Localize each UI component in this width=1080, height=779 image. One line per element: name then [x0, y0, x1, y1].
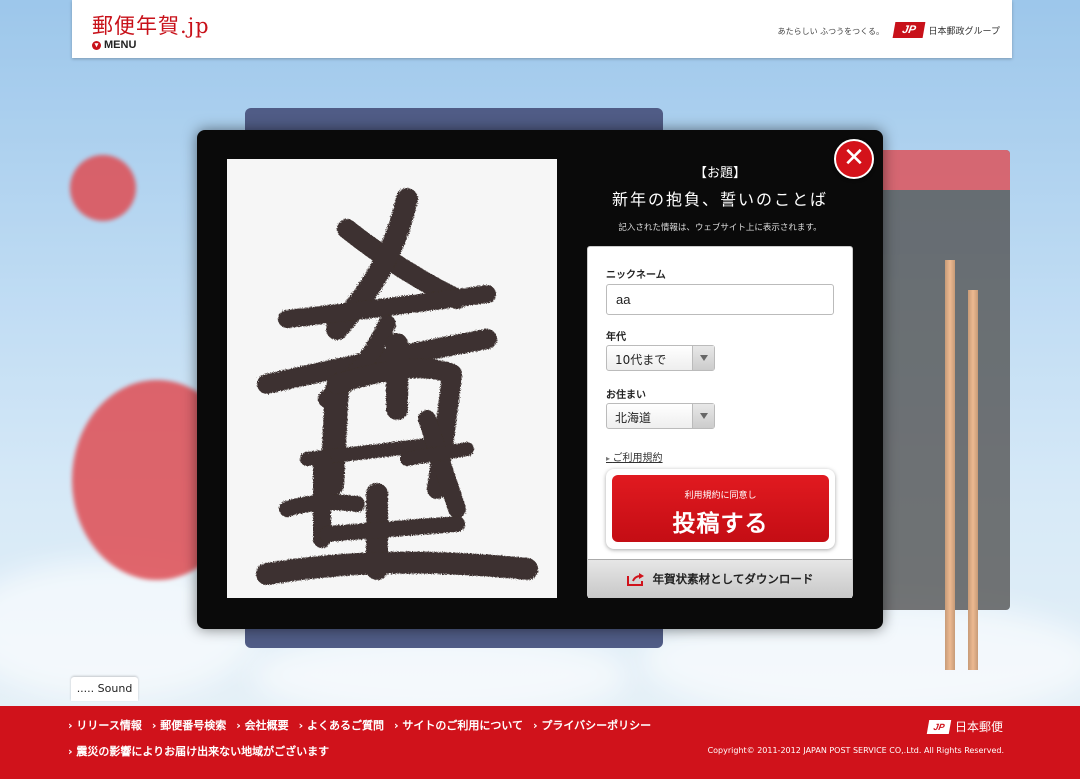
age-label: 年代	[606, 332, 626, 343]
post-form: ニックネーム aa 年代 10代まで お住まい 北海道 ご利用規約 利用規約に同…	[587, 246, 853, 598]
topic-label: 【お題】	[693, 166, 746, 181]
post-button-label: 投稿する	[672, 511, 769, 537]
japan-post-logo[interactable]: JP 日本郵便	[926, 718, 1003, 735]
download-button[interactable]: 年賀状素材としてダウンロード	[588, 559, 852, 598]
jp-group-logo[interactable]: JP 日本郵政グループ	[892, 22, 1000, 38]
nickname-label: ニックネーム	[606, 270, 666, 281]
brand-name: 日本郵便	[954, 720, 1003, 734]
site-logo[interactable]: 郵便年賀.jp	[92, 10, 210, 40]
footer-link-site-usage[interactable]: サイトのご利用について	[394, 717, 523, 733]
site-footer: リリース情報 郵便番号検索 会社概要 よくあるご質問 サイトのご利用について プ…	[0, 706, 1080, 779]
footer-link-postal-code[interactable]: 郵便番号検索	[152, 717, 226, 733]
share-arrow-icon	[626, 573, 644, 586]
copyright: Copyright© 2011-2012 JAPAN POST SERVICE …	[707, 746, 1004, 755]
residence-label: お住まい	[606, 390, 646, 401]
group-name: 日本郵政グループ	[928, 26, 1000, 37]
download-label: 年賀状素材としてダウンロード	[652, 572, 814, 586]
post-button[interactable]: 利用規約に同意し 投稿する	[612, 475, 829, 542]
footer-links: リリース情報 郵便番号検索 会社概要 よくあるご質問 サイトのご利用について プ…	[68, 717, 651, 733]
chevron-down-icon	[692, 404, 714, 428]
jp-logo-icon: JP	[892, 22, 925, 38]
menu-label: MENU	[104, 39, 137, 51]
age-select[interactable]: 10代まで	[606, 345, 715, 371]
menu-chevron-icon: ▾	[92, 40, 101, 50]
post-modal: ✕ 【お題】 新年の抱負、誓いのことば 記入された情報は、ウェブサイト上に表示さ…	[197, 130, 883, 629]
chevron-down-icon	[692, 346, 714, 370]
footer-disaster-notice[interactable]: 震災の影響によりお届け出来ない地域がございます	[68, 743, 329, 759]
nickname-input[interactable]: aa	[606, 284, 834, 315]
menu-button[interactable]: ▾ MENU	[92, 39, 136, 51]
nickname-value: aa	[616, 292, 631, 307]
residence-select[interactable]: 北海道	[606, 403, 715, 429]
footer-link-company[interactable]: 会社概要	[236, 717, 289, 733]
display-notice: 記入された情報は、ウェブサイト上に表示されます。	[618, 223, 822, 233]
post-button-sublabel: 利用規約に同意し	[684, 491, 757, 501]
calligraphy-artwork	[256, 188, 538, 585]
footer-link-release[interactable]: リリース情報	[68, 717, 141, 733]
post-button-frame: 利用規約に同意し 投稿する	[606, 469, 835, 549]
topic-title: 新年の抱負、誓いのことば	[611, 190, 828, 209]
age-select-value: 10代まで	[615, 353, 667, 367]
footer-link-privacy[interactable]: プライバシーポリシー	[533, 717, 651, 733]
terms-link[interactable]: ご利用規約	[606, 449, 663, 464]
sound-toggle[interactable]: ..... Sound	[71, 677, 138, 701]
calligraphy-canvas	[227, 159, 557, 598]
residence-select-value: 北海道	[615, 411, 652, 425]
jp-logo-icon: JP	[926, 719, 952, 734]
tagline: あたらしい ふつうをつくる。	[777, 27, 884, 36]
site-header: 郵便年賀.jp ▾ MENU あたらしい ふつうをつくる。 JP 日本郵政グルー…	[72, 0, 1012, 58]
footer-link-faq[interactable]: よくあるご質問	[299, 717, 384, 733]
